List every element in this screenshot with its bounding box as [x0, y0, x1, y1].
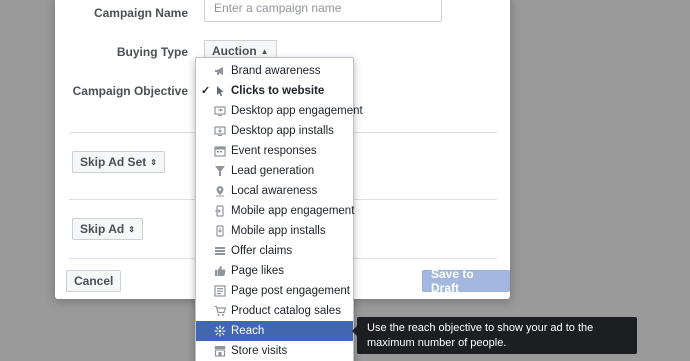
- location-pin-icon: [214, 185, 226, 197]
- menu-item-label: Desktop app engagement: [231, 105, 363, 117]
- menu-item-label: Offer claims: [231, 245, 293, 257]
- menu-item-label: Event responses: [231, 145, 317, 157]
- cancel-button[interactable]: Cancel: [66, 270, 122, 292]
- skip-ad-set-caret-icon: ⇕: [150, 157, 157, 167]
- campaign-objective-menu: Brand awareness ✓ Clicks to website Desk…: [195, 57, 363, 361]
- skip-ad-set-button[interactable]: Skip Ad Set ⇕: [72, 151, 165, 173]
- cancel-label: Cancel: [74, 274, 114, 288]
- menu-item-label: Reach: [231, 325, 265, 337]
- menu-item-brand-awareness[interactable]: Brand awareness: [196, 61, 353, 81]
- menu-item-desktop-app-engagement[interactable]: Desktop app engagement: [196, 101, 363, 121]
- menu-item-label: Desktop app installs: [231, 125, 334, 137]
- menu-item-offer-claims[interactable]: Offer claims: [196, 241, 353, 261]
- menu-item-mobile-app-installs[interactable]: Mobile app installs: [196, 221, 353, 241]
- menu-item-mobile-app-engagement[interactable]: Mobile app engagement: [196, 201, 355, 221]
- menu-item-label: Store visits: [231, 345, 288, 357]
- buying-type-label: Buying Type: [116, 45, 188, 59]
- menu-item-page-likes[interactable]: Page likes: [196, 261, 353, 281]
- store-icon: [214, 345, 226, 357]
- menu-item-page-post-engagement[interactable]: Page post engagement: [196, 281, 353, 301]
- offer-icon: [214, 245, 226, 257]
- select-caret-icon: ▲︎: [260, 46, 269, 56]
- thumbs-up-icon: [214, 265, 226, 277]
- campaign-name-label: Campaign Name: [93, 6, 188, 20]
- menu-item-product-catalog-sales[interactable]: Product catalog sales: [196, 301, 353, 321]
- cursor-icon: [214, 85, 226, 97]
- menu-item-local-awareness[interactable]: Local awareness: [196, 181, 353, 201]
- save-to-draft-button[interactable]: Save to Draft: [422, 267, 510, 295]
- campaign-name-input[interactable]: [204, 0, 442, 22]
- desktop-app-engagement-icon: [214, 105, 226, 117]
- reach-tooltip: Use the reach objective to show your ad …: [352, 317, 637, 354]
- menu-item-label: Mobile app engagement: [231, 205, 355, 217]
- funnel-icon: [214, 165, 226, 177]
- post-engagement-icon: [214, 285, 226, 297]
- calendar-icon: [214, 145, 226, 157]
- menu-item-label: Page post engagement: [231, 285, 350, 297]
- checkmark-icon: ✓: [201, 85, 211, 97]
- menu-item-store-visits[interactable]: Store visits: [196, 341, 353, 361]
- megaphone-icon: [214, 65, 226, 77]
- menu-item-reach[interactable]: Reach: [196, 321, 353, 341]
- menu-item-clicks-to-website[interactable]: ✓ Clicks to website: [196, 81, 353, 101]
- reach-icon: [214, 325, 226, 337]
- skip-ad-set-label: Skip Ad Set: [80, 155, 147, 169]
- skip-ad-caret-icon: ⇕: [128, 224, 135, 234]
- menu-item-label: Clicks to website: [231, 85, 325, 97]
- tooltip-text: Use the reach objective to show your ad …: [367, 322, 594, 349]
- menu-item-desktop-app-installs[interactable]: Desktop app installs: [196, 121, 353, 141]
- mobile-app-install-icon: [214, 225, 226, 237]
- tooltip-arrow: [352, 326, 357, 336]
- menu-item-label: Brand awareness: [231, 65, 321, 77]
- menu-item-label: Product catalog sales: [231, 305, 341, 317]
- skip-ad-button[interactable]: Skip Ad ⇕: [72, 218, 143, 240]
- menu-item-lead-generation[interactable]: Lead generation: [196, 161, 353, 181]
- menu-item-label: Mobile app installs: [231, 225, 326, 237]
- mobile-app-engagement-icon: [214, 205, 226, 217]
- menu-item-label: Page likes: [231, 265, 285, 277]
- buying-type-value: Auction: [212, 44, 257, 58]
- save-to-draft-label: Save to Draft: [431, 267, 474, 295]
- desktop-app-install-icon: [214, 125, 226, 137]
- campaign-objective-label: Campaign Objective: [72, 84, 188, 98]
- menu-item-label: Local awareness: [231, 185, 318, 197]
- menu-item-event-responses[interactable]: Event responses: [196, 141, 353, 161]
- skip-ad-label: Skip Ad: [80, 222, 125, 236]
- menu-item-label: Lead generation: [231, 165, 315, 177]
- shopping-cart-icon: [214, 305, 226, 317]
